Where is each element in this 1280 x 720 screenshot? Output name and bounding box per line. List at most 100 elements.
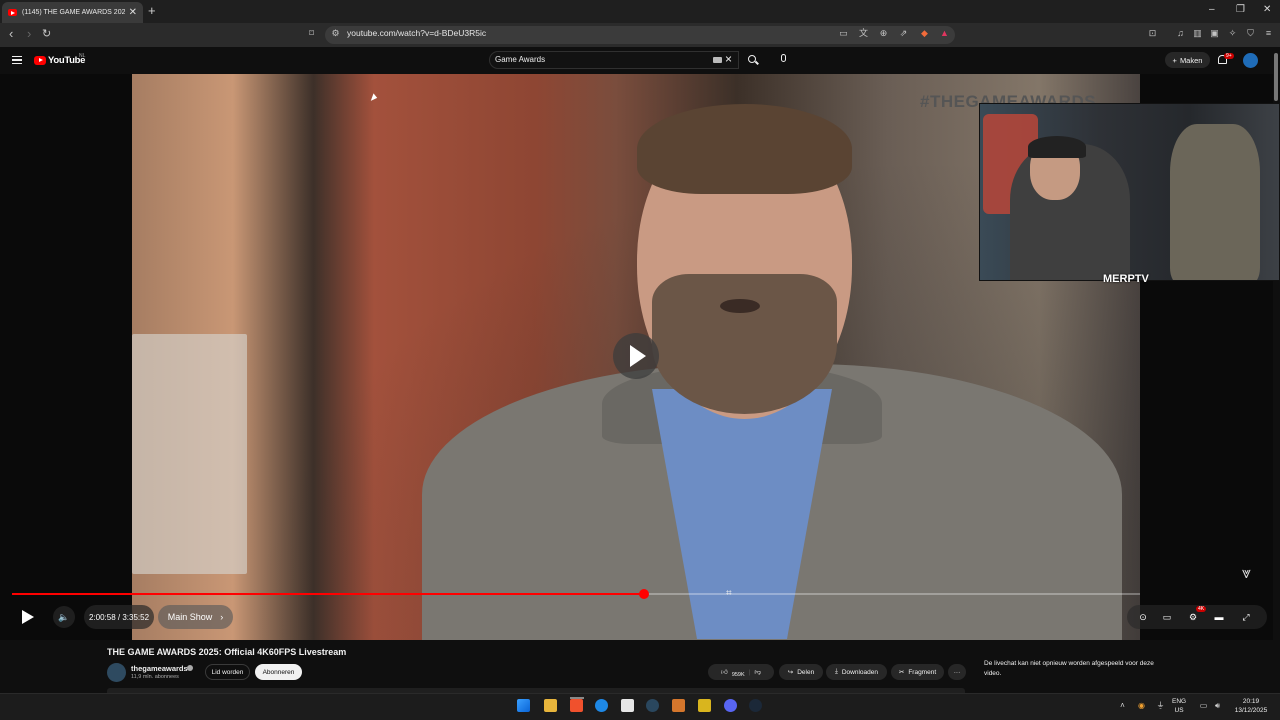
browser-menu-icon[interactable]: ≡ xyxy=(1263,28,1274,39)
presenter-hair xyxy=(637,104,852,194)
youtube-favicon-icon xyxy=(8,9,17,16)
cast-icon[interactable]: ▭ xyxy=(838,28,849,39)
steam-client-icon[interactable] xyxy=(749,699,762,712)
join-button[interactable]: Lid worden xyxy=(205,664,250,680)
share-page-icon[interactable]: ⇗ xyxy=(898,28,909,39)
active-app-indicator xyxy=(570,697,584,699)
miniplayer-icon[interactable]: ▭ xyxy=(1161,611,1173,623)
center-play-button[interactable] xyxy=(613,333,659,379)
new-tab-button[interactable]: + xyxy=(148,3,156,18)
window-close-button[interactable]: ✕ xyxy=(1263,4,1271,15)
brave-browser-icon[interactable] xyxy=(570,699,583,712)
theater-mode-icon[interactable]: ▬ xyxy=(1213,611,1225,623)
tab-close-icon[interactable]: ✕ xyxy=(129,7,137,18)
app-icon[interactable] xyxy=(672,699,685,712)
channel-name[interactable]: thegameawards xyxy=(131,664,188,673)
site-info-icon[interactable]: ⚙ xyxy=(330,28,341,39)
reload-icon[interactable]: ↻ xyxy=(42,27,51,41)
download-button-label: Downloaden xyxy=(841,668,878,676)
clear-search-icon[interactable]: × xyxy=(725,52,732,66)
more-actions-button[interactable]: ··· xyxy=(948,664,966,680)
leo-ai-icon[interactable]: ✧ xyxy=(1227,28,1238,39)
search-input-value[interactable]: Game Awards xyxy=(495,55,545,64)
tray-app-icon[interactable]: ◉ xyxy=(1137,701,1146,710)
usb-icon[interactable]: ⏚ xyxy=(1156,701,1165,710)
brave-rewards-icon[interactable]: ▲ xyxy=(939,28,950,39)
search-icon[interactable] xyxy=(748,55,756,63)
start-menu-icon[interactable] xyxy=(517,699,530,712)
presenter-beard xyxy=(652,274,837,414)
file-explorer-icon[interactable] xyxy=(544,699,557,712)
power-armor-figure xyxy=(1170,124,1260,280)
zoom-icon[interactable]: ⊕ xyxy=(878,28,889,39)
like-icon[interactable]: 👍︎ xyxy=(721,668,728,676)
input-language[interactable]: ENG US xyxy=(1172,697,1186,715)
speaker-icon[interactable]: 🔊︎ xyxy=(1213,701,1222,710)
browser-tab[interactable]: (1145) THE GAME AWARDS 2025: ✕ xyxy=(2,2,143,23)
background-frame xyxy=(132,334,247,574)
wallet-icon[interactable]: ▣ xyxy=(1209,28,1220,39)
clock-time: 20:19 xyxy=(1242,698,1260,705)
progress-bar-played xyxy=(12,593,644,595)
scrollbar-thumb[interactable] xyxy=(1274,53,1278,101)
scissors-icon: ✂ xyxy=(898,669,905,676)
chapter-marker-icon: ⌗ xyxy=(726,588,732,599)
join-button-label: Lid worden xyxy=(211,668,244,676)
sidebar-toggle-icon[interactable]: ⊡ xyxy=(1147,28,1158,39)
clip-button-label: Fragment xyxy=(908,668,937,676)
dislike-icon[interactable]: 👎︎ xyxy=(754,668,761,676)
share-icon: ↪ xyxy=(787,669,794,676)
account-avatar[interactable] xyxy=(1243,53,1258,68)
video-title: THE GAME AWARDS 2025: Official 4K60FPS L… xyxy=(107,647,347,657)
like-count: 959K xyxy=(731,672,745,678)
share-button-label: Delen xyxy=(797,668,815,676)
subscriber-count: 11,9 mln. abonnees xyxy=(131,674,179,680)
language-code: ENG xyxy=(1172,698,1187,705)
youtube-logo-icon[interactable] xyxy=(34,56,46,65)
minimize-button[interactable]: – xyxy=(1209,4,1215,15)
taskbar-clock[interactable]: 20:19 13/12/2025 xyxy=(1229,697,1273,715)
media-icon[interactable]: ♫ xyxy=(1175,28,1186,39)
keyboard-icon[interactable] xyxy=(713,57,722,63)
streamer-name-label: MERPTV xyxy=(1103,273,1149,285)
create-button[interactable]: + Maken xyxy=(1165,52,1210,68)
create-button-label: Maken xyxy=(1179,55,1203,65)
back-icon[interactable]: ‹ xyxy=(9,27,13,41)
brave-shield-icon[interactable]: ◆ xyxy=(919,28,930,39)
more-icon: ··· xyxy=(953,668,961,676)
subscribe-button[interactable]: Abonneren xyxy=(255,664,302,680)
split-view-icon[interactable]: ▥ xyxy=(1192,28,1203,39)
vpn-icon[interactable]: ⛉ xyxy=(1245,28,1256,39)
edge-browser-icon[interactable] xyxy=(595,699,608,712)
time-display: 2:00:58 / 3:35:52 xyxy=(84,605,154,629)
bookmark-icon[interactable]: ⌑ xyxy=(306,28,317,39)
locale-code: US xyxy=(1174,707,1184,714)
channel-avatar[interactable] xyxy=(107,663,126,682)
settings-gear-icon[interactable]: ⚙ xyxy=(1187,611,1199,623)
fullscreen-icon[interactable]: ⤢ xyxy=(1240,611,1252,623)
volume-icon[interactable]: 🔈 xyxy=(53,606,75,628)
notes-app-icon[interactable] xyxy=(698,699,711,712)
url-text[interactable]: youtube.com/watch?v=d-BDeU3R5ic xyxy=(347,28,486,38)
translate-icon[interactable]: 文 xyxy=(858,28,869,39)
forward-icon[interactable]: › xyxy=(27,27,31,41)
tray-overflow-icon[interactable]: ˄ xyxy=(1118,701,1127,710)
share-button[interactable]: ↪ Delen xyxy=(779,664,823,680)
clip-button[interactable]: ✂ Fragment xyxy=(891,664,944,680)
play-button[interactable] xyxy=(22,610,34,624)
steam-icon[interactable] xyxy=(646,699,659,712)
discord-icon[interactable] xyxy=(724,699,737,712)
download-button[interactable]: ⤓ Downloaden xyxy=(826,664,887,680)
maximize-button[interactable]: ❐ xyxy=(1236,4,1245,15)
microphone-icon[interactable] xyxy=(781,54,786,62)
streamer-cap xyxy=(1028,136,1086,158)
network-icon[interactable]: ▭ xyxy=(1199,701,1208,710)
chapter-button[interactable]: Main Show › xyxy=(158,605,233,629)
hamburger-menu-icon[interactable] xyxy=(12,56,22,64)
store-icon[interactable] xyxy=(621,699,634,712)
windows-taskbar xyxy=(0,693,1280,720)
subscribe-button-label: Abonneren xyxy=(262,668,295,676)
progress-scrubber-handle[interactable] xyxy=(639,589,649,599)
autoplay-toggle-icon[interactable]: ⊙ xyxy=(1137,611,1149,623)
collapse-chevrons-icon[interactable]: ⩔ xyxy=(1242,565,1251,583)
